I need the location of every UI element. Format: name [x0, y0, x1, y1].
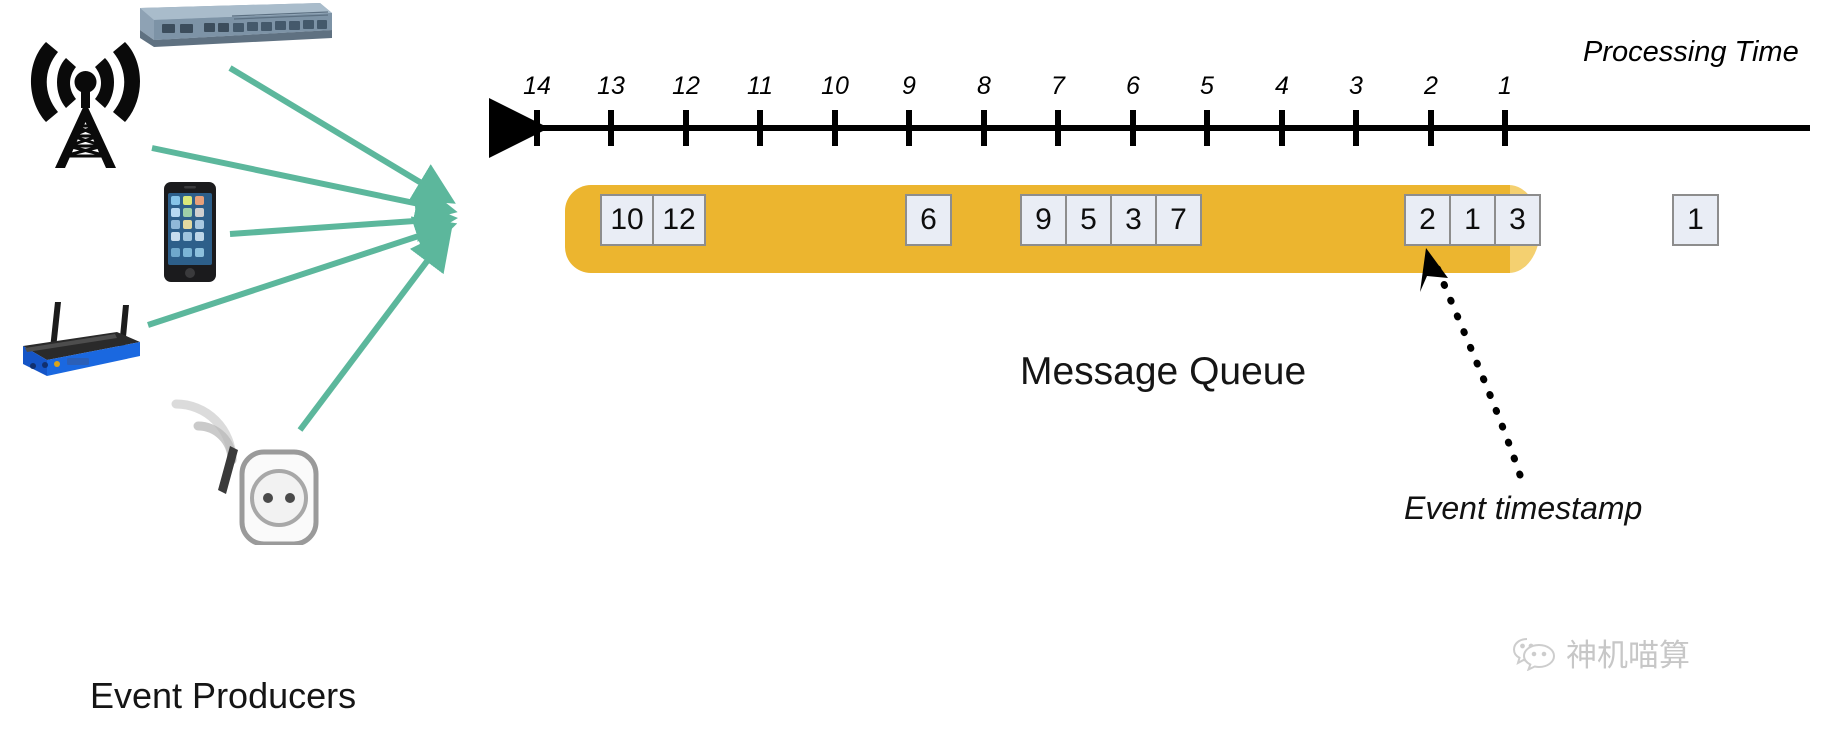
- tick-label-2: 2: [1424, 72, 1438, 100]
- message-box[interactable]: 3: [1110, 194, 1157, 246]
- tick-label-12: 12: [672, 72, 700, 100]
- wireless-sensor-icon: [171, 399, 319, 545]
- tick-label-4: 4: [1275, 72, 1289, 100]
- tick-label-11: 11: [747, 72, 773, 100]
- network-switch-icon: [140, 3, 332, 47]
- wifi-router-icon: [23, 302, 140, 376]
- tick-label-8: 8: [977, 72, 991, 100]
- message-group-b: 6: [905, 194, 952, 246]
- message-box[interactable]: 5: [1065, 194, 1112, 246]
- message-box[interactable]: 1: [1672, 194, 1719, 246]
- message-group-e: 1: [1672, 194, 1719, 246]
- tick-label-5: 5: [1200, 72, 1214, 100]
- message-box[interactable]: 9: [1020, 194, 1067, 246]
- message-group-c: 9 5 3 7: [1020, 194, 1202, 246]
- event-timestamp-label: Event timestamp: [1404, 490, 1643, 526]
- wechat-icon: [1512, 637, 1556, 671]
- tick-label-7: 7: [1051, 72, 1065, 100]
- smartphone-icon: [164, 182, 216, 282]
- message-box[interactable]: 12: [652, 194, 706, 246]
- watermark: 神机喵算: [1512, 630, 1690, 675]
- tick-label-13: 13: [597, 72, 625, 100]
- tick-label-9: 9: [902, 72, 916, 100]
- message-box[interactable]: 6: [905, 194, 952, 246]
- event-producers-label: Event Producers: [90, 675, 357, 716]
- tick-label-10: 10: [821, 72, 849, 100]
- diagram-canvas: 14 13 12 11 10 9 8 7 6 5 4 3 2 1 Process…: [0, 0, 1825, 731]
- watermark-text: 神机喵算: [1566, 638, 1690, 674]
- processing-time-axis-label: Processing Time: [1583, 36, 1799, 68]
- message-box[interactable]: 7: [1155, 194, 1202, 246]
- tick-label-1: 1: [1498, 72, 1512, 100]
- message-group-a: 10 12: [600, 194, 706, 246]
- tick-label-6: 6: [1126, 72, 1140, 100]
- tick-label-3: 3: [1349, 72, 1363, 100]
- message-box[interactable]: 10: [600, 194, 654, 246]
